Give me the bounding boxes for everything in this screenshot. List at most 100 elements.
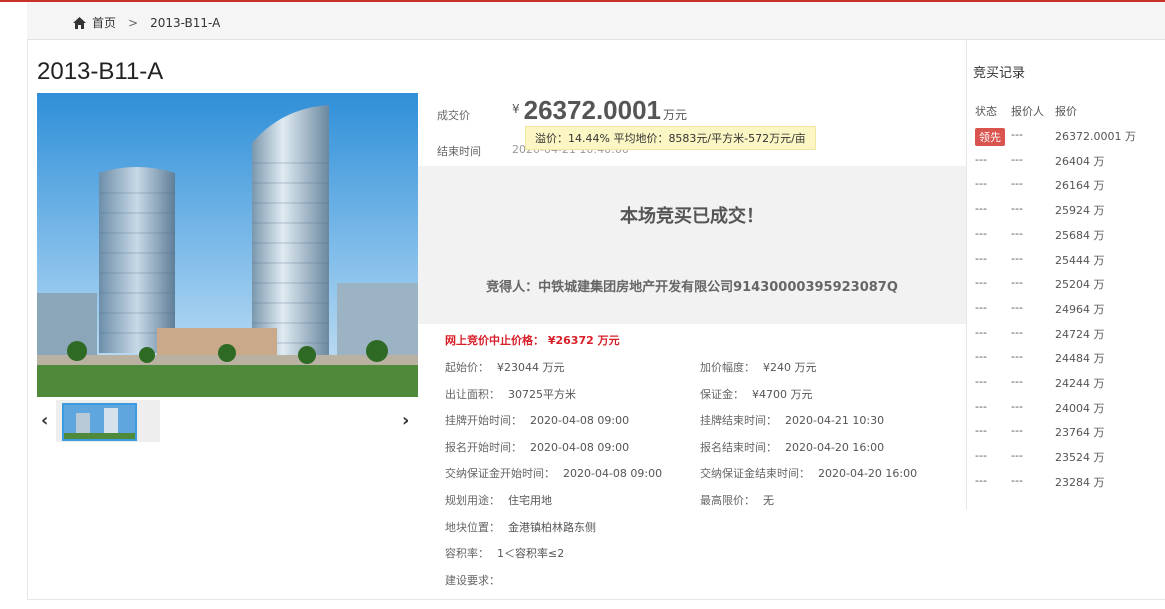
info-value: 2020-04-20 16:00: [818, 467, 918, 480]
info-list-end: 挂牌结束时间： 2020-04-21 10:30: [700, 412, 884, 428]
page-title: 2013-B11-A: [37, 58, 164, 85]
info-deposit-start: 交纳保证金开始时间： 2020-04-08 09:00: [445, 465, 662, 481]
photo-thumbnail-strip: ‹ ›: [37, 400, 418, 442]
table-row: --- --- 24244 万: [967, 375, 1165, 395]
deal-price-currency: ¥: [512, 102, 520, 116]
table-row: --- --- 25444 万: [967, 252, 1165, 272]
table-row: --- --- 23284 万: [967, 474, 1165, 494]
table-row: --- --- 24004 万: [967, 400, 1165, 420]
table-row: --- --- 26404 万: [967, 153, 1165, 173]
info-key: 加价幅度：: [700, 361, 755, 374]
thumbnail-image[interactable]: [62, 403, 137, 441]
bid-bidder: ---: [1011, 152, 1023, 166]
bid-bidder: ---: [1011, 449, 1023, 463]
info-value: 2020-04-21 10:30: [785, 414, 885, 427]
bid-status: ---: [975, 375, 987, 388]
info-value: ¥23044 万元: [497, 361, 565, 374]
table-row: --- --- 24724 万: [967, 326, 1165, 346]
bid-status: 领先: [975, 128, 1005, 146]
info-list-start: 挂牌开始时间： 2020-04-08 09:00: [445, 412, 629, 428]
bid-price: 26164 万: [1055, 179, 1105, 193]
bid-status: ---: [975, 424, 987, 438]
info-key: 规划用途：: [445, 494, 500, 507]
info-value: 无: [763, 494, 774, 507]
table-row: --- --- 26164 万: [967, 177, 1165, 197]
breadcrumb-current: 2013-B11-A: [150, 15, 221, 30]
bid-bidder: ---: [1011, 226, 1023, 240]
info-usage: 规划用途： 住宅用地: [445, 492, 552, 508]
bid-bidder: ---: [1011, 375, 1023, 388]
table-row: --- --- 23524 万: [967, 449, 1165, 469]
bid-bidder: ---: [1011, 128, 1023, 141]
premium-tooltip: 溢价：14.44% 平均地价：8583元/平方米-572万元/亩: [525, 126, 816, 150]
bid-status: ---: [975, 276, 987, 290]
info-value: 2020-04-08 09:00: [530, 441, 630, 454]
info-reg-end: 报名结束时间： 2020-04-20 16:00: [700, 439, 884, 455]
info-value: 1＜容积率≤2: [497, 547, 565, 560]
bid-bidder: ---: [1011, 325, 1023, 339]
chevron-right-icon[interactable]: ›: [402, 410, 409, 431]
bid-status: ---: [975, 325, 987, 339]
header-price: 报价: [1055, 105, 1077, 118]
bid-records-title: 竞买记录: [973, 66, 1026, 81]
bid-bidder: ---: [1011, 350, 1023, 364]
info-value: ¥240 万元: [763, 361, 817, 374]
bid-status: ---: [975, 251, 987, 265]
bid-status: ---: [975, 350, 987, 364]
table-row: --- --- 25204 万: [967, 276, 1165, 296]
bid-price: 25444 万: [1055, 253, 1105, 267]
info-key: 报名结束时间：: [700, 441, 777, 454]
info-area: 出让面积： 30725平方米: [445, 386, 576, 402]
info-key: 最高限价：: [700, 494, 755, 507]
table-row: --- --- 24484 万: [967, 350, 1165, 370]
bid-status: ---: [975, 473, 987, 487]
table-row: 领先 --- 26372.0001 万: [967, 128, 1165, 148]
bid-bidder: ---: [1011, 202, 1023, 216]
bid-price: 24964 万: [1055, 302, 1105, 316]
breadcrumb-home-link[interactable]: 首页: [92, 14, 116, 31]
info-location: 地块位置： 金港镇柏林路东侧: [445, 519, 596, 535]
table-row: --- --- 24964 万: [967, 301, 1165, 321]
breadcrumb: 首页 > 2013-B11-A: [73, 14, 220, 31]
info-key: 挂牌开始时间：: [445, 414, 522, 427]
info-key: 建设要求：: [445, 574, 500, 587]
header-status: 状态: [975, 105, 997, 118]
bid-price: 26372.0001 万: [1055, 130, 1136, 143]
auction-result-panel: 本场竞买已成交！ 竞得人：中铁城建集团房地产开发有限公司914300003959…: [418, 166, 966, 324]
bid-price: 24484 万: [1055, 352, 1105, 366]
bid-status: ---: [975, 449, 987, 463]
table-row: --- --- 25684 万: [967, 227, 1165, 247]
info-value: 2020-04-08 09:00: [530, 414, 630, 427]
deal-price-label: 成交价: [437, 109, 470, 122]
info-value: 2020-04-20 16:00: [785, 441, 885, 454]
header-bidder: 报价人: [1011, 105, 1044, 118]
deal-price-unit: 万元: [663, 108, 688, 122]
winner-info: 竞得人：中铁城建集团房地产开发有限公司91430000395923087Q: [486, 280, 898, 295]
result-headline: 本场竞买已成交！: [620, 206, 764, 227]
info-key: 出让面积：: [445, 388, 500, 401]
breadcrumb-separator: >: [128, 15, 139, 30]
bid-status: ---: [975, 152, 987, 166]
deal-price-block: 成交价 ¥26372.0001 万元 溢价：14.44% 平均地价：8583元/平…: [437, 95, 957, 165]
info-key: 交纳保证金结束时间：: [700, 467, 810, 480]
bid-price: 23764 万: [1055, 426, 1105, 440]
chevron-left-icon[interactable]: ‹: [41, 410, 48, 431]
info-reg-start: 报名开始时间： 2020-04-08 09:00: [445, 439, 629, 455]
bid-price: 23524 万: [1055, 451, 1105, 465]
bid-records-header: 状态 报价人 报价: [967, 103, 1165, 123]
deal-price-value: ¥26372.0001 万元: [512, 95, 687, 126]
info-key: 起始价：: [445, 361, 489, 374]
home-icon[interactable]: [73, 16, 86, 29]
stop-price: 网上竞价中止价格： ¥26372 万元: [445, 334, 620, 347]
info-key: 保证金：: [700, 388, 744, 401]
info-limit: 最高限价： 无: [700, 492, 774, 508]
bid-price: 24004 万: [1055, 401, 1105, 415]
bid-price: 25924 万: [1055, 204, 1105, 218]
bid-price: 25204 万: [1055, 278, 1105, 292]
bid-bidder: ---: [1011, 424, 1023, 438]
info-plot-ratio: 容积率： 1＜容积率≤2: [445, 545, 564, 561]
bid-records-panel: 竞买记录 状态 报价人 报价 领先 --- 26372.0001 万 --- --- 26…: [966, 40, 1165, 510]
parcel-photo: [37, 93, 418, 397]
info-key: 地块位置：: [445, 521, 500, 534]
content-left-border: [27, 40, 28, 600]
